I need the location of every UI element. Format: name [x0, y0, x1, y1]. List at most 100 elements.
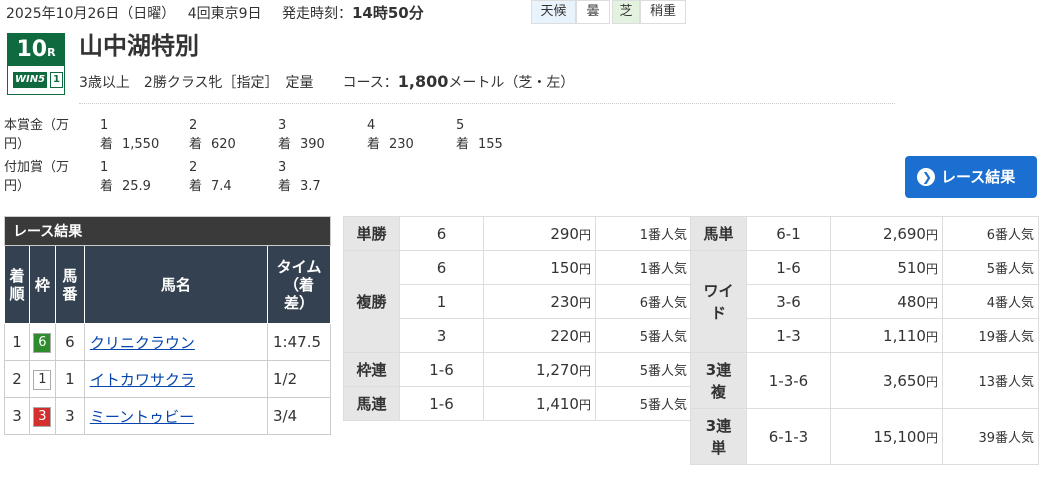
yen-unit: 円: [578, 227, 591, 242]
yen-unit: 円: [578, 397, 591, 412]
sanrenpuku-combo: 1-3-6: [746, 352, 831, 409]
rank-cell: 2: [4, 360, 30, 398]
sanrentan-combo: 6-1-3: [746, 408, 831, 465]
course-distance: 1,800: [397, 72, 449, 91]
wakuren-popularity: 5番人気: [595, 352, 692, 387]
added-prize-pos: 2着: [189, 160, 203, 194]
horse-number-cell: 1: [54, 360, 85, 398]
time-cell: 3/4: [267, 397, 331, 435]
yen-unit: 円: [578, 363, 591, 378]
yen-unit: 円: [925, 227, 938, 242]
fukusho-popularity: 6番人気: [595, 284, 692, 319]
horse-name-link[interactable]: ミーントゥビー: [90, 408, 194, 426]
payout-table-left: 単勝 6 290円 1番人気 複勝 6 150円 1番人気 1 230円 6番人気 3 220円 5番人気…: [343, 216, 692, 421]
horse-number-cell: 3: [54, 397, 85, 435]
win5-leg-number: 1: [50, 72, 63, 88]
post-time-label: 発走時刻：: [282, 6, 352, 22]
weather-value: 曇: [576, 0, 610, 24]
wide-payout: 510円: [830, 250, 943, 285]
race-number-badge: 10R WIN5 1: [7, 33, 65, 95]
race-conditions: 3歳以上 2勝クラス牝［指定］ 定量 コース：1,800メートル（芝・左）: [79, 72, 574, 93]
fukusho-popularity: 5番人気: [595, 318, 692, 353]
added-prize: 付加賞（万円） 1着 25.9 2着 7.4 3着 3.7: [4, 158, 404, 198]
added-prize-pos: 1着: [100, 160, 114, 194]
wide-label: ワイド: [690, 250, 747, 353]
fukusho-combo: 1: [399, 284, 484, 319]
fukusho-row: 複勝 6 150円 1番人気: [343, 250, 692, 353]
yen-unit: 円: [578, 329, 591, 344]
tansho-combo: 6: [399, 216, 484, 251]
main-prize-value: 1,550: [122, 137, 160, 152]
wakuren-row: 枠連 1-6 1,270円 5番人気: [343, 352, 692, 387]
sanrenpuku-payout: 3,650円: [830, 352, 943, 409]
umatan-row: 馬単 6-1 2,690円 6番人気: [690, 216, 1039, 251]
result-row: 3 3 3 ミーントゥビー 3/4: [4, 397, 331, 435]
main-prize-value: 155: [478, 137, 503, 152]
race-result-button[interactable]: ❯ レース結果: [905, 156, 1037, 198]
wide-popularity: 4番人気: [942, 284, 1039, 319]
umatan-payout: 2,690円: [830, 216, 943, 251]
horse-name-link[interactable]: クリニクラウン: [90, 334, 195, 352]
wakuren-combo: 1-6: [399, 352, 484, 387]
wide-popularity: 19番人気: [942, 318, 1039, 353]
added-prize-value: 3.7: [300, 179, 321, 194]
race-class: 3歳以上 2勝クラス牝［指定］ 定量: [79, 75, 314, 91]
main-prize-value: 230: [389, 137, 414, 152]
wide-combo: 3-6: [746, 284, 831, 319]
sanrenpuku-row: 3連複 1-3-6 3,650円 13番人気: [690, 352, 1039, 409]
result-row: 1 6 6 クリニクラウン 1:47.5: [4, 323, 331, 361]
fukusho-popularity: 1番人気: [595, 250, 692, 285]
main-prize-pos: 3着: [278, 118, 292, 152]
main-prize-pos: 2着: [189, 118, 203, 152]
fukusho-combo: 3: [399, 318, 484, 353]
waku-cell: 3: [28, 397, 56, 435]
umaren-combo: 1-6: [399, 386, 484, 421]
waku-badge: 1: [33, 369, 52, 390]
sanrentan-row: 3連単 6-1-3 15,100円 39番人気: [690, 408, 1039, 465]
yen-unit: 円: [925, 295, 938, 310]
col-horse-number: 馬番: [54, 245, 85, 324]
sanrenpuku-popularity: 13番人気: [942, 352, 1039, 409]
col-waku: 枠: [28, 245, 56, 324]
payout-table-right: 馬単 6-1 2,690円 6番人気 ワイド 1-6 510円 5番人気 3-6 480円 4番人気…: [690, 216, 1039, 465]
wide-row: ワイド 1-6 510円 5番人気: [690, 250, 1039, 353]
wide-popularity: 5番人気: [942, 250, 1039, 285]
yen-unit: 円: [925, 261, 938, 276]
track-condition: 稍重: [640, 0, 686, 24]
main-prize-label: 本賞金（万円）: [4, 118, 70, 152]
race-title: 山中湖特別: [79, 32, 199, 60]
fukusho-combo: 6: [399, 250, 484, 285]
post-time: 14時50分: [352, 4, 424, 22]
time-cell: 1/2: [267, 360, 331, 398]
fukusho-payout: 230円: [483, 284, 596, 319]
rank-cell: 3: [4, 397, 30, 435]
horse-name-cell: ミーントゥビー: [83, 397, 269, 435]
fukusho-payout: 150円: [483, 250, 596, 285]
results-table: レース結果 着順 枠 馬番 馬名 タイム （着 差） 1 6 6 クリニクラウン 1:47.…: [4, 216, 331, 435]
col-rank: 着順: [4, 245, 30, 324]
chevron-right-icon: ❯: [917, 168, 935, 186]
waku-badge: 3: [33, 406, 52, 427]
horse-name-link[interactable]: イトカワサクラ: [90, 371, 195, 389]
weather-label: 天候: [531, 0, 576, 24]
divider: [79, 103, 895, 104]
result-row: 2 1 1 イトカワサクラ 1/2: [4, 360, 331, 398]
yen-unit: 円: [925, 374, 938, 389]
horse-name-cell: イトカワサクラ: [83, 360, 269, 398]
fukusho-label: 複勝: [343, 250, 400, 353]
race-number: 10R: [8, 34, 64, 66]
sanrentan-label: 3連単: [690, 408, 747, 465]
wide-combo: 1-3: [746, 318, 831, 353]
race-result-button-label: レース結果: [941, 168, 1016, 186]
umaren-row: 馬連 1-6 1,410円 5番人気: [343, 386, 692, 421]
wide-payout: 480円: [830, 284, 943, 319]
rank-cell: 1: [4, 323, 30, 361]
horse-number-cell: 6: [54, 323, 85, 361]
win5-logo: WIN5: [13, 72, 47, 88]
tansho-payout: 290円: [483, 216, 596, 251]
yen-unit: 円: [578, 295, 591, 310]
umatan-popularity: 6番人気: [942, 216, 1039, 251]
added-prize-label: 付加賞（万円）: [4, 160, 70, 194]
wide-payout: 1,110円: [830, 318, 943, 353]
main-prize-value: 390: [300, 137, 325, 152]
